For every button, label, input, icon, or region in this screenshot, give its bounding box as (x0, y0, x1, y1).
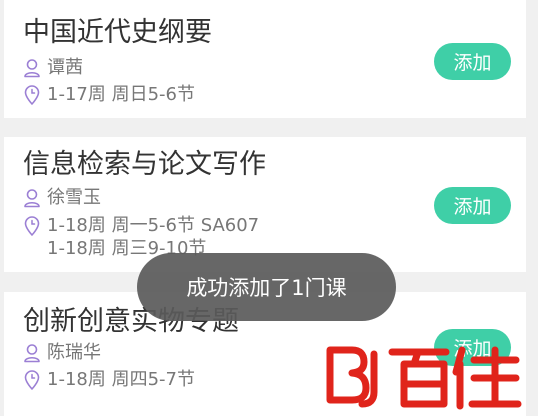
person-icon (24, 189, 40, 208)
person-icon (24, 344, 40, 363)
schedule-text: 1-18周 周四5-7节 (47, 369, 195, 390)
location-pin-icon (24, 216, 40, 236)
teacher-name: 陈瑞华 (47, 342, 101, 363)
toast-message: 成功添加了1门课 (137, 253, 396, 321)
person-icon (24, 59, 40, 78)
teacher-name: 谭茜 (47, 57, 83, 78)
teacher-row: 陈瑞华 (23, 343, 101, 363)
add-course-button[interactable]: 添加 (434, 43, 511, 80)
teacher-row: 徐雪玉 (23, 188, 101, 208)
schedule-row: 1-17周 周日5-6节 (23, 85, 195, 105)
location-pin-icon (24, 85, 40, 105)
teacher-row: 谭茜 (23, 58, 83, 78)
add-course-button[interactable]: 添加 (434, 187, 511, 224)
course-card[interactable]: 信息检索与论文写作 徐雪玉 1-18周 周一5-6节 SA607 1-18周 周… (4, 137, 526, 272)
schedule-row: 1-18周 周一5-6节 SA607 (23, 216, 259, 236)
teacher-name: 徐雪玉 (47, 187, 101, 208)
schedule-row: 1-18周 周四5-7节 (23, 370, 195, 390)
course-title: 中国近代史纲要 (23, 17, 212, 48)
schedule-text: 1-17周 周日5-6节 (47, 84, 195, 105)
course-title: 信息检索与论文写作 (23, 149, 266, 180)
watermark-logo (326, 346, 522, 410)
course-card[interactable]: 中国近代史纲要 谭茜 1-17周 周日5-6节 添加 (4, 0, 526, 118)
location-pin-icon (24, 370, 40, 390)
schedule-text: 1-18周 周一5-6节 SA607 (47, 215, 260, 236)
